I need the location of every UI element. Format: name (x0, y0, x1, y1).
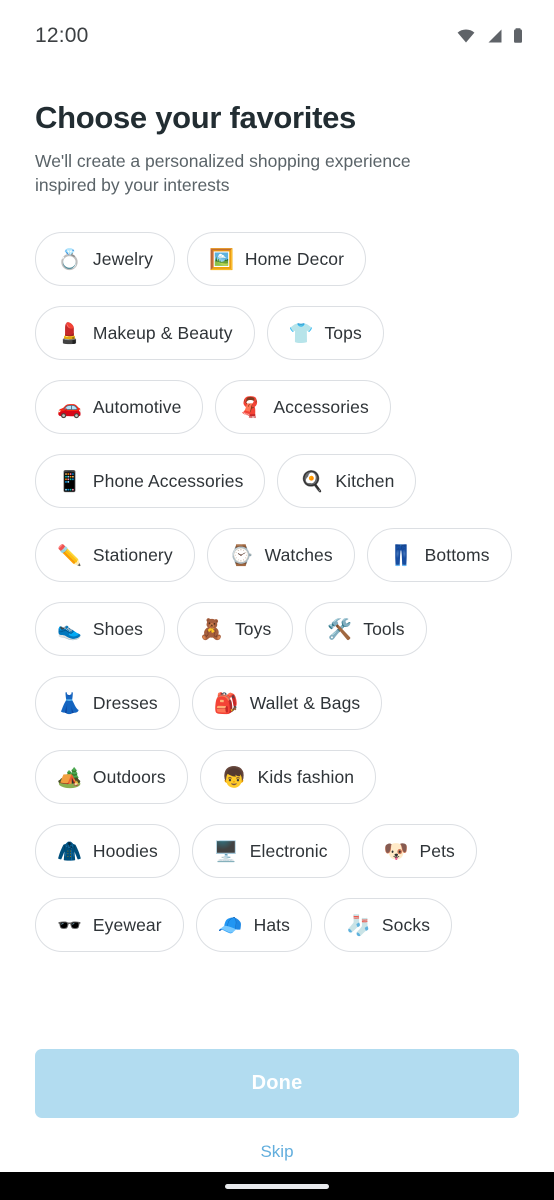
chip-label: Wallet & Bags (249, 692, 361, 713)
chip-label: Toys (234, 618, 272, 639)
done-button[interactable]: Done (35, 1049, 519, 1118)
favorites-chip-scroll-area[interactable]: 💍 Jewelry 🖼️ Home Decor 💄 Makeup & Beauty 👕 Top… (0, 198, 554, 1033)
teddy-bear-icon: 🧸 (199, 617, 224, 642)
chip-home-decor[interactable]: 🖼️ Home Decor (186, 232, 367, 287)
chip-toys[interactable]: 🧸 Toys (177, 602, 294, 657)
tshirt-icon: 👕 (288, 321, 314, 346)
chip-hoodies[interactable]: 🧥 Hoodies (35, 824, 180, 879)
chip-shoes[interactable]: 👟 Shoes (35, 602, 166, 657)
chip-accessories[interactable]: 🧣 Accessories (215, 380, 391, 435)
boy-icon: 👦 (221, 765, 247, 790)
chip-bottoms[interactable]: 👖 Bottoms (366, 528, 512, 583)
chip-label: Jewelry (92, 248, 153, 269)
chip-tops[interactable]: 👕 Tops (266, 306, 384, 361)
pencil-icon: ✏️ (57, 543, 82, 568)
cellular-signal-icon (485, 26, 503, 46)
chip-jewelry[interactable]: 💍 Jewelry (35, 232, 175, 287)
status-bar: 12:00 (0, 0, 554, 72)
status-bar-icons (456, 26, 524, 46)
cooking-pan-icon: 🍳 (299, 469, 325, 494)
system-navigation-bar (0, 1172, 554, 1200)
sunglasses-icon: 🕶️ (57, 913, 82, 938)
onboarding-screen: 12:00 Choose your favorites We'll create… (0, 0, 554, 1200)
chip-socks[interactable]: 🧦 Socks (324, 898, 453, 953)
battery-icon (512, 26, 524, 46)
chip-label: Tops (324, 322, 362, 343)
car-icon: 🚗 (57, 395, 82, 420)
chip-hats[interactable]: 🧢 Hats (195, 898, 312, 953)
status-bar-clock: 12:00 (35, 24, 89, 47)
chip-electronic[interactable]: 🖥️ Electronic (191, 824, 350, 879)
chip-label: Bottoms (424, 544, 490, 565)
chip-makeup-beauty[interactable]: 💄 Makeup & Beauty (35, 306, 255, 361)
bottom-action-bar: Done Skip (0, 1033, 554, 1172)
jeans-icon: 👖 (388, 543, 414, 568)
chip-pets[interactable]: 🐶 Pets (361, 824, 477, 879)
chip-label: Watches (264, 544, 333, 565)
chip-label: Socks (381, 914, 431, 935)
chip-label: Dresses (92, 692, 158, 713)
chip-label: Shoes (92, 618, 144, 639)
framed-picture-icon: 🖼️ (208, 247, 234, 272)
mobile-phone-icon: 📱 (57, 469, 82, 494)
chip-label: Pets (419, 840, 455, 861)
chip-eyewear[interactable]: 🕶️ Eyewear (35, 898, 184, 953)
watch-icon: ⌚ (228, 543, 254, 568)
chip-label: Accessories (273, 396, 369, 417)
lipstick-icon: 💄 (57, 321, 82, 346)
chip-kitchen[interactable]: 🍳 Kitchen (277, 454, 417, 509)
page-subtitle: We'll create a personalized shopping exp… (35, 150, 411, 196)
socks-icon: 🧦 (346, 913, 371, 938)
hammer-and-wrench-icon: 🛠️ (327, 617, 353, 642)
chip-label: Electronic (249, 840, 328, 861)
chip-label: Hats (253, 914, 290, 935)
chip-kids-fashion[interactable]: 👦 Kids fashion (199, 750, 377, 805)
page-header: Choose your favorites We'll create a per… (0, 72, 554, 198)
wifi-icon (456, 26, 476, 46)
chip-label: Phone Accessories (92, 470, 244, 491)
chip-phone-accessories[interactable]: 📱 Phone Accessories (35, 454, 266, 509)
chip-label: Kids fashion (257, 766, 355, 787)
chip-label: Automotive (92, 396, 182, 417)
coat-icon: 🧥 (57, 839, 82, 864)
chip-label: Outdoors (92, 766, 166, 787)
page-title: Choose your favorites (35, 100, 357, 135)
dress-icon: 👗 (57, 691, 82, 716)
chip-dresses[interactable]: 👗 Dresses (35, 676, 180, 731)
camping-icon: 🏕️ (57, 765, 82, 790)
chip-watches[interactable]: ⌚ Watches (206, 528, 355, 583)
backpack-icon: 🎒 (213, 691, 239, 716)
chip-label: Hoodies (92, 840, 158, 861)
chip-stationery[interactable]: ✏️ Stationery (35, 528, 195, 583)
chip-label: Kitchen (335, 470, 395, 491)
gesture-handle[interactable] (225, 1183, 329, 1189)
chip-label: Makeup & Beauty (92, 322, 233, 343)
billed-cap-icon: 🧢 (217, 913, 243, 938)
chip-label: Stationery (92, 544, 173, 565)
chip-label: Tools (363, 618, 405, 639)
skip-link[interactable]: Skip (35, 1142, 519, 1162)
chip-automotive[interactable]: 🚗 Automotive (35, 380, 204, 435)
favorites-chip-list: 💍 Jewelry 🖼️ Home Decor 💄 Makeup & Beauty 👕 Top… (35, 232, 519, 953)
chip-outdoors[interactable]: 🏕️ Outdoors (35, 750, 188, 805)
ring-icon: 💍 (57, 247, 82, 272)
chip-label: Home Decor (244, 248, 345, 269)
dog-face-icon: 🐶 (383, 839, 409, 864)
chip-wallet-bags[interactable]: 🎒 Wallet & Bags (191, 676, 383, 731)
desktop-computer-icon: 🖥️ (213, 839, 239, 864)
sneaker-icon: 👟 (57, 617, 82, 642)
chip-label: Eyewear (92, 914, 162, 935)
chip-tools[interactable]: 🛠️ Tools (305, 602, 427, 657)
scarf-icon: 🧣 (237, 395, 263, 420)
